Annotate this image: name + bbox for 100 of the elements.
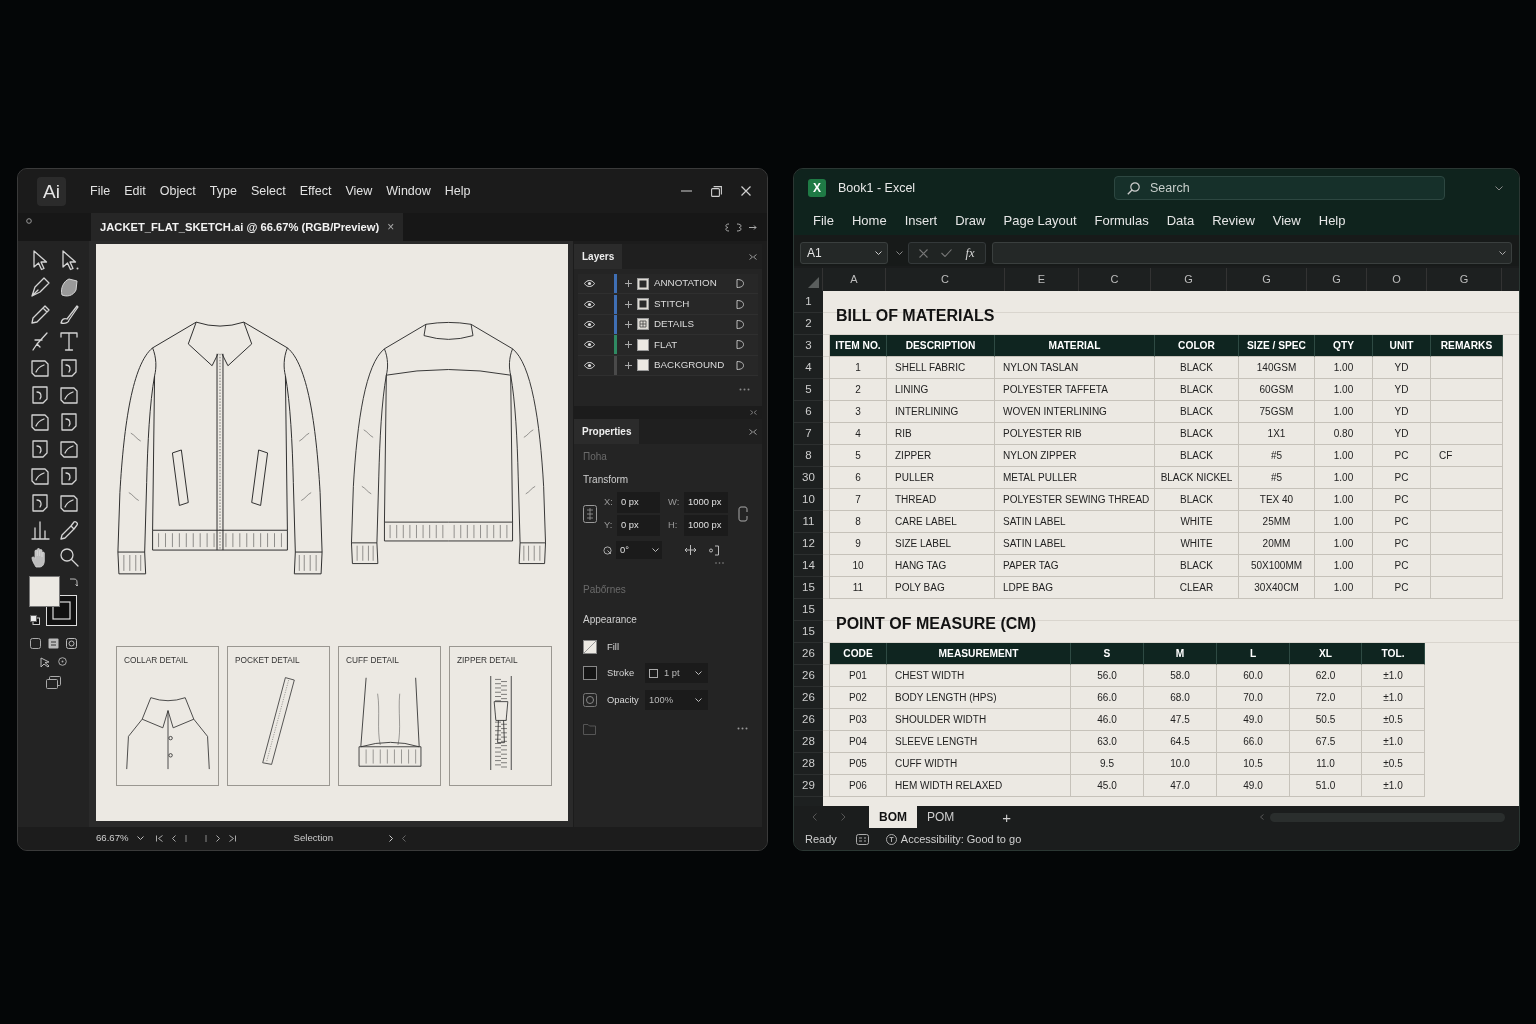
fill-color-icon[interactable] [28, 576, 60, 607]
caret-icon[interactable] [1499, 251, 1506, 255]
caret-icon[interactable] [695, 671, 702, 675]
menu-item[interactable]: View [345, 181, 373, 201]
eyedropper-tool-icon[interactable] [57, 519, 80, 541]
menu-item[interactable]: Help [444, 181, 471, 201]
fill-swatch-icon[interactable] [583, 640, 597, 654]
panel-tab[interactable]: Properties [574, 419, 640, 444]
document-tab[interactable]: JACKET_FLAT_SKETCH.ai @ 66.67% (RGB/Preview) × [91, 213, 404, 241]
panel-menu-icon[interactable] [749, 253, 757, 260]
menu-item[interactable]: Object [159, 181, 196, 201]
menu-tab[interactable]: Data [1166, 211, 1195, 231]
align-icon[interactable] [709, 544, 720, 556]
menu-tab[interactable]: Formulas [1094, 211, 1149, 231]
menu-item[interactable]: Type [209, 181, 237, 201]
menu-item[interactable]: File [90, 181, 111, 201]
caret-icon[interactable] [875, 251, 882, 255]
menu-item[interactable]: Select [250, 181, 286, 201]
draw-behind-icon[interactable] [48, 638, 59, 649]
plus-icon[interactable] [625, 361, 632, 369]
sheet-tab[interactable]: POM [917, 806, 965, 828]
x-field[interactable]: 0 px [617, 492, 660, 513]
shape-tool-icon[interactable] [57, 438, 80, 460]
layer-row[interactable]: BACKGROUND [578, 355, 758, 376]
draw-normal-icon[interactable] [30, 638, 41, 649]
menu-item[interactable]: Window [386, 181, 431, 201]
menu-tab[interactable]: Review [1212, 211, 1255, 231]
draw-inside-icon[interactable] [66, 638, 77, 649]
menu-tab[interactable]: Home [851, 211, 887, 231]
panel-tab[interactable]: Layers [574, 244, 623, 269]
cancel-icon[interactable] [919, 248, 929, 258]
shape-tool-icon[interactable] [28, 357, 51, 379]
more-icon[interactable] [737, 726, 748, 730]
menu-tab[interactable]: Draw [955, 211, 986, 231]
eye-icon[interactable] [583, 341, 595, 349]
menu-tab[interactable]: Page Layout [1003, 211, 1077, 231]
dot-circle-icon[interactable] [58, 657, 67, 666]
type-tool-icon[interactable] [57, 330, 80, 352]
reference-point-icon[interactable] [583, 505, 597, 523]
stroke-weight-field[interactable]: 1 pt [645, 663, 708, 683]
default-colors-icon[interactable] [29, 615, 40, 625]
menu-tab[interactable]: File [813, 211, 834, 231]
eye-icon[interactable] [583, 280, 595, 288]
caret-icon[interactable] [136, 836, 144, 841]
y-field[interactable]: 0 px [617, 515, 660, 536]
menu-item[interactable]: Edit [124, 181, 146, 201]
first-page-icon[interactable] [155, 835, 163, 842]
shape-tool-icon[interactable] [28, 411, 51, 433]
opacity-icon[interactable] [583, 693, 597, 707]
formula-field[interactable] [992, 242, 1512, 264]
menu-tab[interactable]: View [1272, 211, 1301, 231]
plus-icon[interactable] [625, 341, 632, 349]
next-icon[interactable] [215, 835, 220, 842]
select-all-icon[interactable] [808, 277, 819, 288]
swap-colors-icon[interactable] [68, 578, 78, 587]
new-sheet-button[interactable]: + [996, 809, 1018, 825]
flip-horizontal-icon[interactable] [684, 545, 697, 555]
layer-row[interactable]: STITCH [578, 294, 758, 315]
shape-tool-icon[interactable] [28, 465, 51, 487]
link-bracket-icon[interactable] [738, 506, 748, 522]
caret-icon[interactable] [896, 251, 903, 255]
insert-function-button[interactable]: fx [965, 243, 975, 263]
brush-tool-icon[interactable] [57, 303, 80, 325]
menu-tab[interactable]: Help [1318, 211, 1346, 231]
width-field[interactable]: 1000 px [684, 492, 728, 513]
screen-mode-icon[interactable] [46, 676, 61, 689]
pencil-tool-icon[interactable] [28, 303, 51, 325]
zoom-field[interactable]: 66.67% [96, 831, 144, 846]
plus-icon[interactable] [625, 280, 632, 288]
opacity-field[interactable]: 100% [645, 690, 708, 710]
sheet-tab[interactable]: BOM [869, 806, 917, 828]
pen-tool-icon[interactable] [28, 276, 51, 298]
chevron-left-icon[interactable] [402, 835, 406, 842]
eye-icon[interactable] [583, 361, 595, 369]
caret-icon[interactable] [652, 548, 659, 552]
menu-item[interactable]: Effect [299, 181, 332, 201]
pointer-icon[interactable] [40, 657, 51, 668]
last-page-icon[interactable] [228, 835, 236, 842]
chevron-down-icon[interactable] [1495, 185, 1503, 191]
more-icon[interactable] [739, 387, 750, 391]
layer-row[interactable]: ANNOTATION [578, 274, 758, 295]
accessibility-icon[interactable] [885, 833, 897, 845]
plus-icon[interactable] [625, 320, 632, 328]
stroke-swatch-icon[interactable] [583, 666, 597, 680]
rotate-icon[interactable] [603, 545, 612, 555]
height-field[interactable]: 1000 px [684, 515, 728, 536]
panel-menu-icon[interactable] [749, 428, 757, 435]
menu-tab[interactable]: Insert [904, 211, 938, 231]
shape-tool-icon[interactable] [57, 384, 80, 406]
panel-menu-icon[interactable] [750, 410, 757, 415]
search-field[interactable]: Search [1114, 176, 1445, 200]
macro-icon[interactable] [855, 833, 869, 845]
previous-icon[interactable] [171, 835, 176, 842]
eye-icon[interactable] [583, 300, 595, 308]
layer-row[interactable]: DETAILS [578, 314, 758, 336]
rotation-field[interactable]: 0° [616, 541, 662, 559]
caret-icon[interactable] [695, 698, 702, 702]
circle-icon[interactable] [26, 218, 32, 224]
arrow-right-icon[interactable] [749, 224, 757, 230]
name-box[interactable]: A1 [800, 242, 888, 264]
